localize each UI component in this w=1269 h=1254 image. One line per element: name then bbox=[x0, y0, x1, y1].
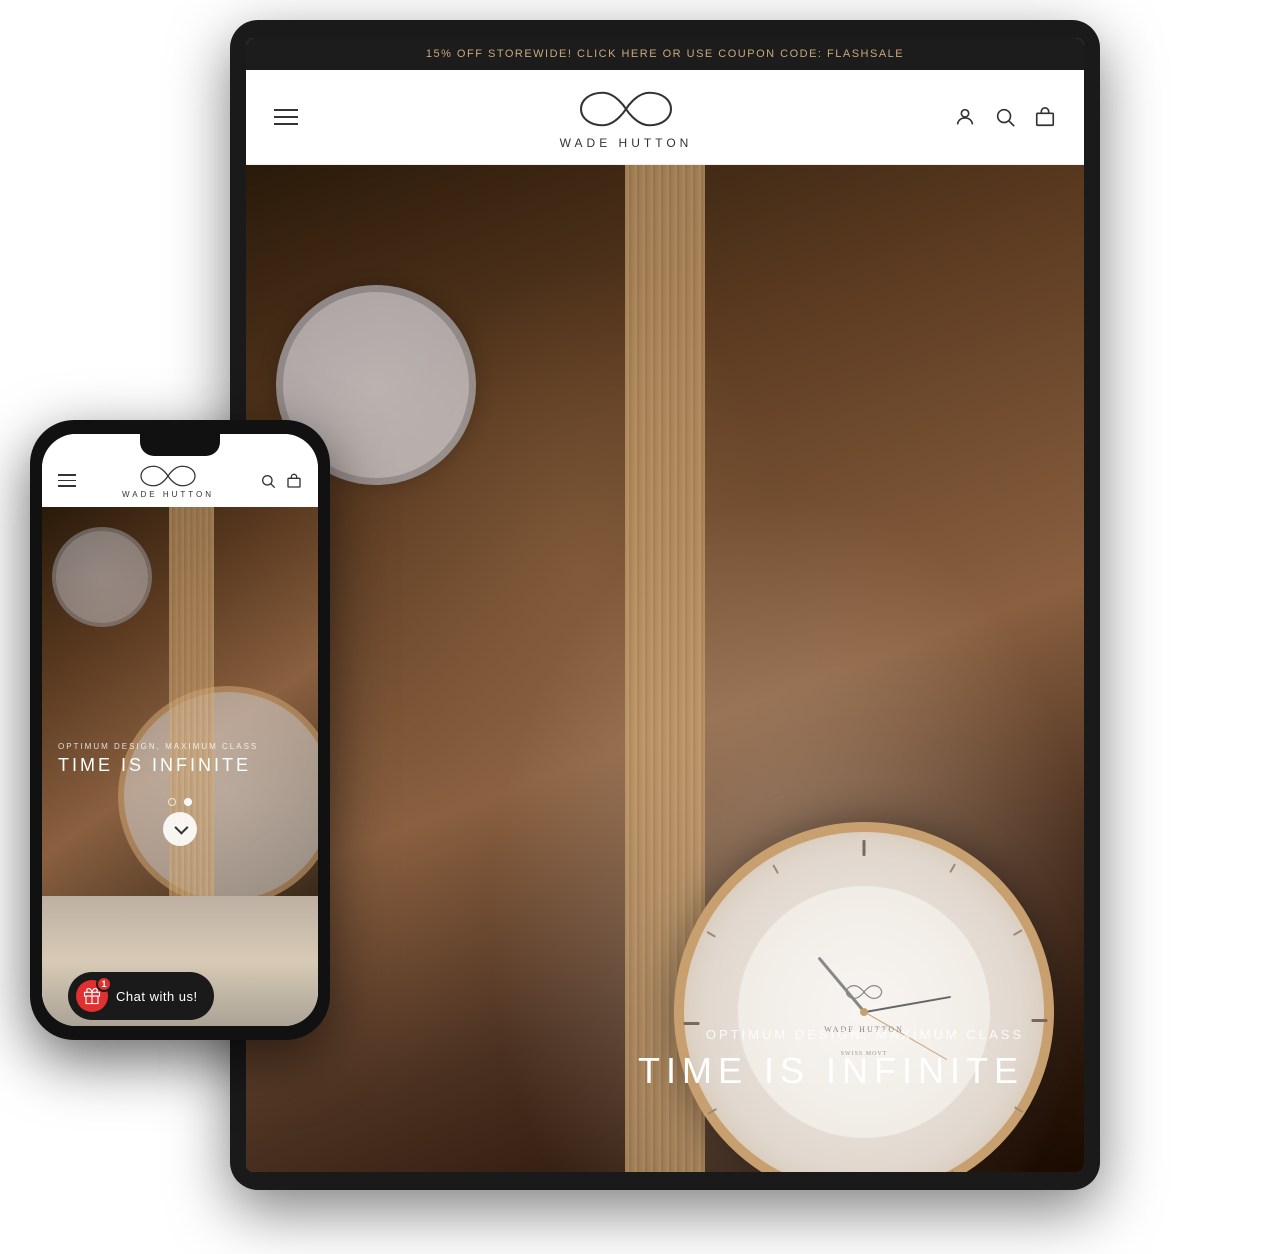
search-icon[interactable] bbox=[994, 106, 1016, 128]
phone-nav-icons bbox=[260, 473, 302, 489]
hero-text-block: OPTIMUM DESIGN, MAXIMUM CLASS TIME IS IN… bbox=[638, 1027, 1024, 1092]
nav-icons bbox=[954, 106, 1056, 128]
carousel-dots bbox=[168, 798, 192, 806]
phone-hero-text-block: OPTIMUM DESIGN, MAXIMUM CLASS TIME IS IN… bbox=[58, 742, 258, 776]
phone-brand-name: WADE HUTTON bbox=[122, 490, 214, 499]
promo-bar-text: 15% OFF STOREWIDE! CLICK HERE OR USE COU… bbox=[426, 48, 904, 60]
hamburger-menu-button[interactable] bbox=[274, 109, 298, 125]
tablet-device: 15% OFF STOREWIDE! CLICK HERE OR USE COU… bbox=[230, 20, 1100, 1190]
chat-label: Chat with us! bbox=[116, 989, 198, 1004]
phone-cart-icon[interactable] bbox=[286, 473, 302, 489]
promo-bar[interactable]: 15% OFF STOREWIDE! CLICK HERE OR USE COU… bbox=[246, 38, 1084, 70]
watch-center-dot bbox=[860, 1008, 868, 1016]
chat-notification-badge: 1 bbox=[96, 976, 112, 992]
tablet-navbar: WADE HUTTON bbox=[246, 70, 1084, 165]
tablet-screen: 15% OFF STOREWIDE! CLICK HERE OR USE COU… bbox=[246, 38, 1084, 1172]
hero-subtitle: OPTIMUM DESIGN, MAXIMUM CLASS bbox=[638, 1027, 1024, 1042]
watch-face: WADE HUTTON SWISS MOVT bbox=[738, 886, 990, 1138]
phone-notch bbox=[140, 434, 220, 456]
brand-logo[interactable]: WADE HUTTON bbox=[560, 84, 693, 150]
chat-badge-count: 1 bbox=[101, 979, 106, 989]
chevron-down-icon bbox=[174, 821, 188, 835]
phone-brand-logo[interactable]: WADE HUTTON bbox=[122, 462, 214, 499]
chat-widget[interactable]: 1 Chat with us! bbox=[68, 972, 214, 1020]
brand-name-label: WADE HUTTON bbox=[560, 136, 693, 150]
phone-search-icon[interactable] bbox=[260, 473, 276, 489]
phone-hero-subtitle: OPTIMUM DESIGN, MAXIMUM CLASS bbox=[58, 742, 258, 751]
phone-hamburger-button[interactable] bbox=[58, 474, 76, 487]
cart-icon[interactable] bbox=[1034, 106, 1056, 128]
phone-watch-bg bbox=[118, 686, 318, 896]
account-icon[interactable] bbox=[954, 106, 976, 128]
phone-hero-title: TIME IS INFINITE bbox=[58, 755, 258, 776]
phone-watch-small bbox=[52, 527, 152, 627]
tablet-hero-section: WADE HUTTON SWISS MOVT OPTIMUM DESIGN, M… bbox=[246, 165, 1084, 1172]
phone-screen: WADE HUTTON OPTIMUM DESIGN, MAXIMUM CLAS… bbox=[42, 434, 318, 1026]
hero-title: TIME IS INFINITE bbox=[638, 1050, 1024, 1092]
chat-icon: 1 bbox=[76, 980, 108, 1012]
phone-hero-section: OPTIMUM DESIGN, MAXIMUM CLASS TIME IS IN… bbox=[42, 507, 318, 896]
scroll-down-button[interactable] bbox=[163, 812, 197, 846]
phone-device: WADE HUTTON OPTIMUM DESIGN, MAXIMUM CLAS… bbox=[30, 420, 330, 1040]
carousel-dot-1[interactable] bbox=[168, 798, 176, 806]
carousel-dot-2[interactable] bbox=[184, 798, 192, 806]
